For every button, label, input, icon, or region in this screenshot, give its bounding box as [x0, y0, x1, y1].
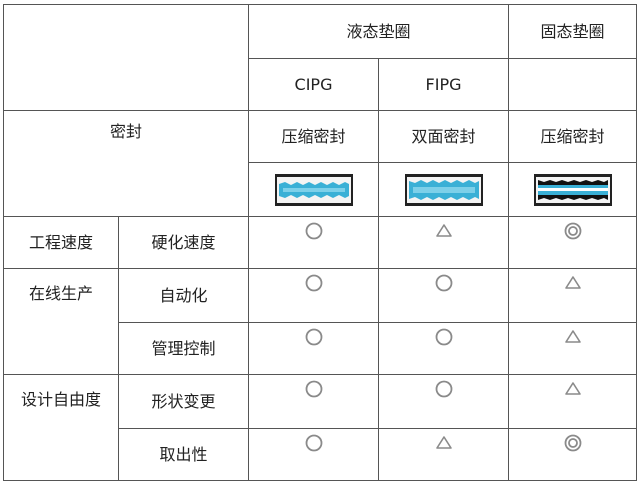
fipg-seal-image-cell	[378, 162, 509, 217]
circle-mark-icon	[304, 433, 324, 453]
cipg-seal-type: 压缩密封	[248, 110, 379, 163]
triangle-mark-icon	[563, 273, 583, 293]
mark-cell	[508, 322, 637, 375]
double-circle-mark-icon	[563, 221, 583, 241]
corner-cell	[3, 4, 249, 111]
cipg-seal-image-cell	[248, 162, 379, 217]
row-label-removability: 取出性	[118, 428, 249, 481]
compressed-seal-icon	[274, 173, 353, 206]
solid-gasket-header: 固态垫圈	[508, 4, 637, 59]
mark-cell	[508, 268, 637, 323]
cipg-header: CIPG	[248, 58, 379, 111]
fipg-seal-type: 双面密封	[378, 110, 509, 163]
mark-cell	[248, 268, 379, 323]
mark-cell	[378, 322, 509, 375]
mark-cell	[508, 216, 637, 269]
mark-cell	[248, 428, 379, 481]
comparison-table: 液态垫圈 固态垫圈 CIPG FIPG 密封 压缩密封 双面密封 压缩密封 工程…	[3, 4, 637, 481]
group-label-engineering: 工程速度	[3, 216, 119, 269]
mark-cell	[248, 374, 379, 429]
solid-seal-image-cell	[508, 162, 637, 217]
liquid-gasket-header: 液态垫圈	[248, 4, 509, 59]
circle-mark-icon	[304, 273, 324, 293]
mark-cell	[378, 374, 509, 429]
triangle-mark-icon	[434, 433, 454, 453]
mark-cell	[378, 268, 509, 323]
circle-mark-icon	[434, 327, 454, 347]
triangle-mark-icon	[434, 221, 454, 241]
group-label-inline-production: 在线生产	[3, 268, 119, 375]
row-label-management: 管理控制	[118, 322, 249, 375]
compressed-seal-icon	[533, 173, 612, 206]
group-label-design-freedom: 设计自由度	[3, 374, 119, 481]
circle-mark-icon	[434, 379, 454, 399]
mark-cell	[248, 216, 379, 269]
mark-cell	[248, 322, 379, 375]
seal-label: 密封	[3, 110, 249, 217]
circle-mark-icon	[434, 273, 454, 293]
double-sided-seal-icon	[404, 173, 483, 206]
triangle-mark-icon	[563, 327, 583, 347]
row-label-shape-change: 形状变更	[118, 374, 249, 429]
row-label-automation: 自动化	[118, 268, 249, 323]
circle-mark-icon	[304, 327, 324, 347]
mark-cell	[378, 216, 509, 269]
circle-mark-icon	[304, 379, 324, 399]
fipg-header: FIPG	[378, 58, 509, 111]
circle-mark-icon	[304, 221, 324, 241]
double-circle-mark-icon	[563, 433, 583, 453]
triangle-mark-icon	[563, 379, 583, 399]
solid-sub-empty	[508, 58, 637, 111]
solid-seal-type: 压缩密封	[508, 110, 637, 163]
row-label-cure-speed: 硬化速度	[118, 216, 249, 269]
mark-cell	[508, 428, 637, 481]
mark-cell	[378, 428, 509, 481]
mark-cell	[508, 374, 637, 429]
